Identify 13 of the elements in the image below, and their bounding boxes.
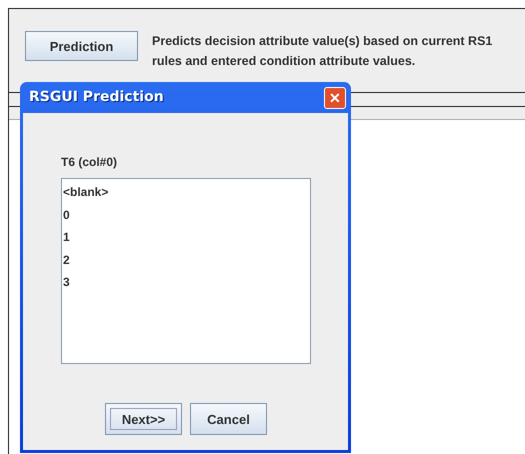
list-item[interactable]: 0 <box>63 204 309 227</box>
list-item[interactable]: 2 <box>63 250 309 272</box>
list-item[interactable]: <blank> <box>63 182 309 204</box>
dialog-button[interactable]: Next>> <box>105 403 182 435</box>
list-item[interactable]: 3 <box>63 272 309 294</box>
dialog-button[interactable]: Cancel <box>190 403 267 435</box>
list-item[interactable]: 1 <box>63 227 309 250</box>
window-title: RSGUI Prediction <box>29 88 164 107</box>
value-list[interactable]: <blank> 0 1 2 3 <box>61 178 311 364</box>
column-label: T6 (col#0) <box>61 154 118 171</box>
close-button[interactable]: ✕ <box>324 86 346 108</box>
prediction-button[interactable]: Prediction <box>25 31 138 61</box>
description-text: Predicts decision attribute value(s) based on current RS1 rules and entered condition attribute values. <box>152 33 494 70</box>
